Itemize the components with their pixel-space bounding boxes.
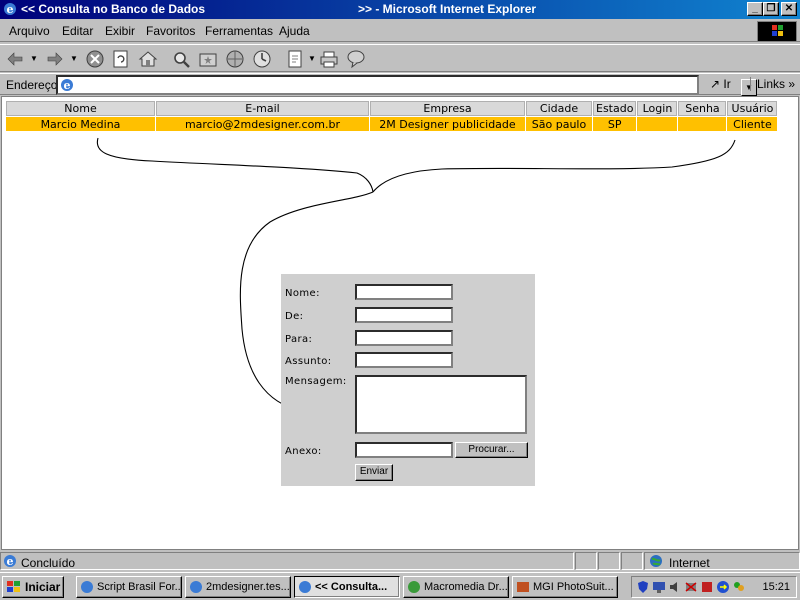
- back-dropdown-icon[interactable]: ▼: [30, 54, 38, 63]
- browser-window-icon: [81, 581, 93, 593]
- assunto-label: Assunto:: [285, 356, 332, 367]
- users-icon[interactable]: [732, 580, 746, 594]
- antivirus-icon[interactable]: [700, 580, 714, 594]
- chevron-right-icon: »: [788, 77, 796, 91]
- window-title: << Consulta no Banco de Dados: [21, 2, 206, 16]
- browser-window-icon: [299, 581, 311, 593]
- taskbar-item-label: << Consulta...: [315, 581, 388, 593]
- internet-explorer-icon: e: [4, 3, 16, 16]
- window-title-suffix: >> - Microsoft Internet Explorer: [358, 2, 537, 16]
- menu-editar[interactable]: Editar: [62, 24, 93, 38]
- enviar-button[interactable]: Enviar: [355, 464, 393, 481]
- home-icon[interactable]: [137, 48, 159, 70]
- refresh-icon[interactable]: [110, 48, 132, 70]
- svg-text:e: e: [64, 79, 71, 92]
- monitor-icon[interactable]: [652, 580, 666, 594]
- forward-dropdown-icon[interactable]: ▼: [70, 54, 78, 63]
- taskbar-item-label: 2mdesigner.tes...: [206, 581, 290, 593]
- nome-label: Nome:: [285, 288, 320, 299]
- forward-icon[interactable]: [44, 48, 66, 70]
- edit-icon[interactable]: [285, 48, 307, 70]
- print-icon[interactable]: [318, 48, 340, 70]
- svg-text:e: e: [7, 3, 14, 16]
- status-pane: [621, 552, 643, 570]
- address-input[interactable]: e ▼: [56, 75, 757, 96]
- mensagem-textarea[interactable]: [355, 375, 527, 434]
- email-form: Nome: De: Para: Assunto: Mensagem: Anexo…: [281, 274, 535, 486]
- de-input[interactable]: [355, 307, 453, 323]
- restore-button[interactable]: ❐: [763, 2, 779, 16]
- stop-icon[interactable]: [84, 48, 106, 70]
- minimize-button[interactable]: _: [747, 2, 763, 16]
- links-label: Links: [757, 77, 786, 91]
- status-zone: Internet: [644, 552, 800, 570]
- status-bar: e Concluído Internet: [0, 551, 800, 571]
- start-label: Iniciar: [25, 580, 61, 594]
- mensagem-label: Mensagem:: [285, 376, 347, 387]
- standard-toolbar: ▼ ▼ ▼: [0, 44, 800, 72]
- menu-ferramentas[interactable]: Ferramentas: [205, 24, 273, 38]
- windows-logo-icon: [7, 581, 20, 592]
- system-tray: 15:21: [631, 576, 797, 598]
- links-button[interactable]: Links »: [750, 77, 795, 91]
- procurar-button[interactable]: Procurar...: [455, 442, 528, 458]
- page-icon: e: [61, 79, 73, 92]
- network-icon[interactable]: [684, 580, 698, 594]
- svg-text:e: e: [7, 555, 14, 568]
- go-button[interactable]: ↗ Ir: [710, 77, 731, 91]
- internet-zone-icon: [650, 555, 662, 567]
- status-main: e Concluído: [0, 552, 574, 570]
- taskbar-item-label: Script Brasil For...: [97, 581, 182, 593]
- go-arrow-icon: ↗: [710, 77, 721, 91]
- dreamweaver-icon: [408, 581, 420, 593]
- menu-bar: Arquivo Editar Exibir Favoritos Ferramen…: [0, 20, 800, 42]
- taskbar-item[interactable]: 2mdesigner.tes...: [185, 576, 291, 598]
- messenger-icon[interactable]: [345, 48, 367, 70]
- taskbar-item-label: MGI PhotoSuit...: [533, 581, 614, 593]
- arrow-tray-icon[interactable]: [716, 580, 730, 594]
- taskbar: Iniciar Script Brasil For... 2mdesigner.…: [0, 572, 800, 600]
- favorites-icon[interactable]: [197, 48, 219, 70]
- assunto-input[interactable]: [355, 352, 453, 368]
- window-title-bar[interactable]: e << Consulta no Banco de Dados >> - Mic…: [0, 0, 800, 19]
- page-content: Nome E-mail Empresa Cidade Estado Login …: [1, 96, 799, 550]
- media-icon[interactable]: [224, 48, 246, 70]
- taskbar-item[interactable]: MGI PhotoSuit...: [512, 576, 618, 598]
- status-pane: [598, 552, 620, 570]
- history-icon[interactable]: [251, 48, 273, 70]
- page-done-icon: e: [4, 555, 16, 568]
- speaker-icon[interactable]: [668, 580, 682, 594]
- browser-window-icon: [190, 581, 202, 593]
- windows-logo-icon: [757, 21, 797, 42]
- search-icon[interactable]: [170, 48, 192, 70]
- menu-exibir[interactable]: Exibir: [105, 24, 135, 38]
- edit-dropdown-icon[interactable]: ▼: [308, 54, 316, 63]
- zone-text: Internet: [669, 556, 710, 570]
- menu-arquivo[interactable]: Arquivo: [9, 24, 50, 38]
- shield-icon[interactable]: [636, 580, 650, 594]
- para-input[interactable]: [355, 330, 453, 346]
- address-bar: Endereço e ▼ ↗ Ir Links »: [0, 73, 800, 96]
- photosuite-icon: [517, 582, 529, 592]
- de-label: De:: [285, 311, 304, 322]
- go-label: Ir: [723, 77, 731, 91]
- taskbar-item-active[interactable]: << Consulta...: [294, 576, 400, 598]
- address-label: Endereço: [6, 78, 58, 92]
- anexo-file-input[interactable]: [355, 442, 453, 458]
- taskbar-item-label: Macromedia Dr...: [424, 581, 508, 593]
- system-clock[interactable]: 15:21: [762, 581, 790, 593]
- anexo-label: Anexo:: [285, 446, 322, 457]
- nome-input[interactable]: [355, 284, 453, 300]
- status-pane: [575, 552, 597, 570]
- start-button[interactable]: Iniciar: [2, 576, 64, 598]
- back-icon[interactable]: [4, 48, 26, 70]
- close-button[interactable]: ✕: [781, 2, 797, 16]
- status-text: Concluído: [21, 556, 76, 570]
- taskbar-item[interactable]: Script Brasil For...: [76, 576, 182, 598]
- menu-favoritos[interactable]: Favoritos: [146, 24, 195, 38]
- taskbar-item[interactable]: Macromedia Dr...: [403, 576, 509, 598]
- para-label: Para:: [285, 334, 313, 345]
- menu-ajuda[interactable]: Ajuda: [279, 24, 310, 38]
